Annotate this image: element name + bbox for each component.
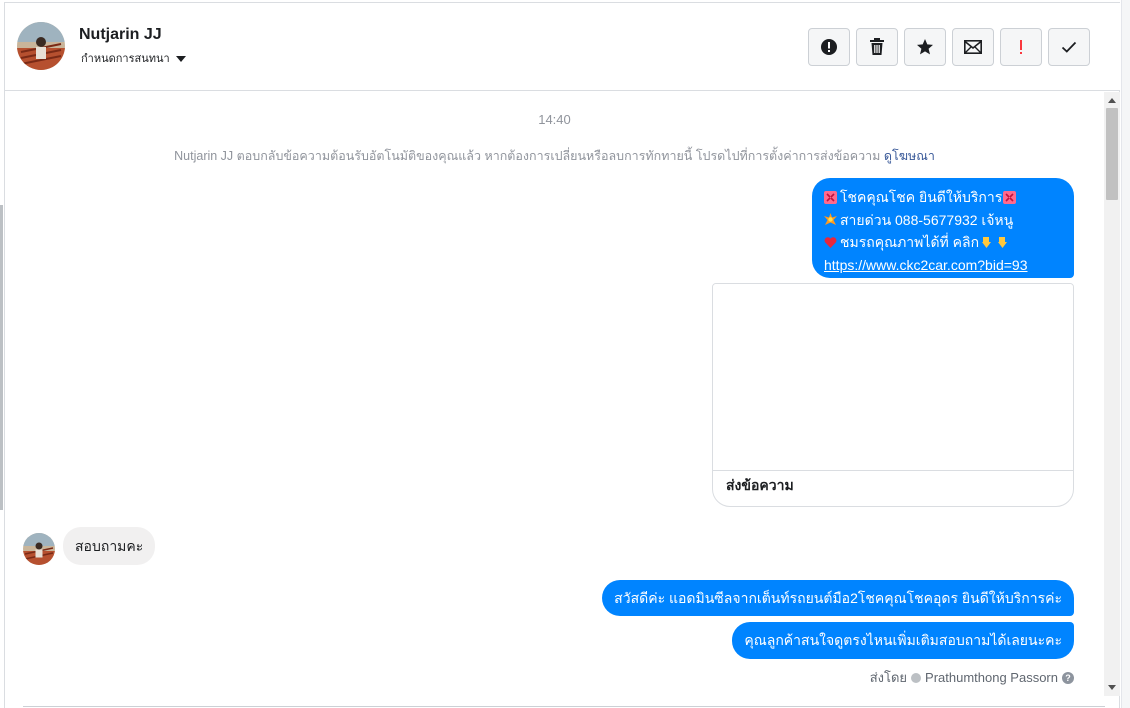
anger-symbol-icon <box>1003 190 1017 204</box>
outgoing-message-bubble: สวัสดีค่ะ แอดมินซีลจากเต็นท์รถยนต์มือ2โช… <box>602 580 1074 616</box>
trash-icon <box>870 38 884 55</box>
auto-reply-notice-text: Nutjarin JJ ตอบกลับข้อความต้อนรับอัตโนมั… <box>174 149 881 163</box>
contact-name[interactable]: Nutjarin JJ <box>79 26 162 44</box>
auto-message-line-3: ชมรถคุณภาพได้ที่ คลิก <box>840 234 980 250</box>
scrollbar-thumb[interactable] <box>1106 108 1118 200</box>
view-ad-link[interactable]: ดูโฆษณา <box>884 149 935 163</box>
pointing-down-hand-icon <box>982 236 992 248</box>
exclamation-icon <box>1020 40 1022 54</box>
sender-status-icon <box>911 672 922 683</box>
incoming-message-bubble: สอบถามคะ <box>63 527 156 565</box>
auto-message-link[interactable]: https://www.ckc2car.com?bid=93 <box>824 254 1028 277</box>
star-button[interactable] <box>904 28 946 66</box>
star-icon <box>917 39 933 55</box>
mark-unread-button[interactable] <box>952 28 994 66</box>
auto-reply-notice: Nutjarin JJ ตอบกลับข้อความต้อนรับอัตโนมั… <box>5 146 1104 166</box>
conversation-settings-label: กำหนดการสนทนา <box>81 53 170 65</box>
auto-message-line-1: โชคคุณโชค ยินดีให้บริการ <box>840 189 1003 205</box>
help-icon[interactable]: ? <box>1062 671 1074 684</box>
spam-alert-button[interactable] <box>808 28 850 66</box>
conversation-settings-dropdown[interactable]: กำหนดการสนทนา <box>81 49 186 67</box>
collision-icon <box>824 213 837 226</box>
left-edge-indicator <box>0 205 3 510</box>
auto-message-line-2: สายด่วน 088-5677932 เจ้หนู <box>840 211 1014 228</box>
pointing-down-hand-icon <box>998 236 1008 248</box>
window-edge <box>1121 0 1130 708</box>
anger-symbol-icon <box>824 190 837 204</box>
conversation-header: Nutjarin JJ กำหนดการสนทนา <box>5 3 1120 91</box>
conversation-toolbar <box>808 28 1090 66</box>
envelope-icon <box>964 40 982 54</box>
mark-done-button[interactable] <box>1048 28 1090 66</box>
alert-circle-icon <box>821 39 837 55</box>
follow-up-button[interactable] <box>1000 28 1042 66</box>
caret-down-icon <box>175 55 186 62</box>
sent-by-info: ส่งโดย Prathumthong Passorn ? <box>870 667 1074 688</box>
card-image <box>713 284 1073 471</box>
heart-icon <box>824 236 837 248</box>
message-thread: 14:40 Nutjarin JJ ตอบกลับข้อความต้อนรับอ… <box>5 92 1105 708</box>
scroll-down-arrow-icon[interactable] <box>1108 685 1116 690</box>
sent-by-name: Prathumthong Passorn <box>925 670 1058 685</box>
contact-avatar[interactable] <box>17 22 65 70</box>
message-timestamp: 14:40 <box>538 112 571 127</box>
send-message-card-button[interactable]: ส่งข้อความ <box>726 475 794 497</box>
outgoing-message-bubble: คุณลูกค้าสนใจดูตรงไหนเพิ่มเติมสอบถามได้เ… <box>732 622 1074 659</box>
composer-divider <box>23 706 1105 707</box>
sent-by-prefix: ส่งโดย <box>869 670 908 685</box>
thread-scrollbar[interactable] <box>1104 92 1120 696</box>
auto-message-bubble: โชคคุณโชค ยินดีให้บริการ สายด่วน 088-567… <box>812 178 1074 278</box>
check-icon <box>1061 41 1077 53</box>
message-card: ส่งข้อความ <box>712 283 1074 507</box>
scroll-up-arrow-icon[interactable] <box>1108 98 1116 103</box>
delete-button[interactable] <box>856 28 898 66</box>
sender-avatar[interactable] <box>23 533 55 565</box>
